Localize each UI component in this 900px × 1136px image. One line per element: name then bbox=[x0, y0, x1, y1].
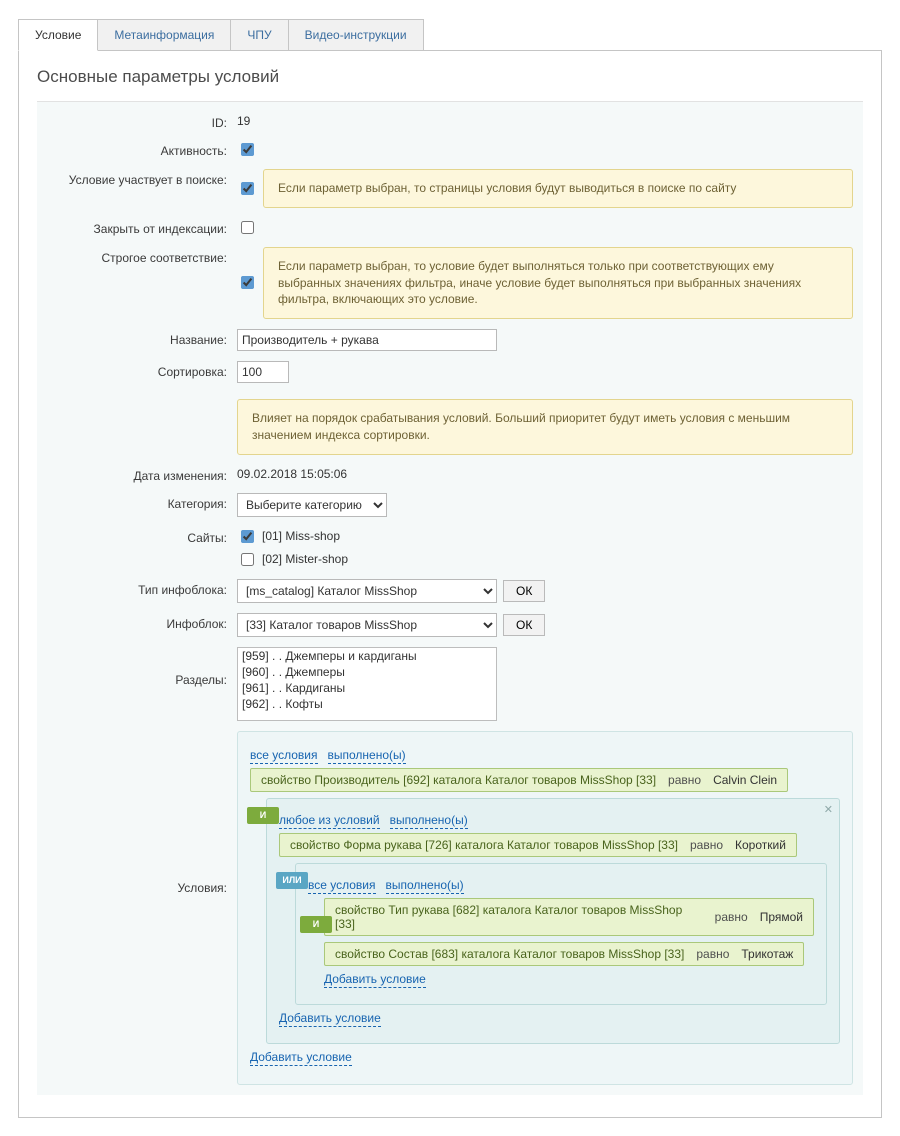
value-changed: 09.02.2018 15:05:06 bbox=[237, 465, 853, 483]
section-option[interactable]: [962] . . Кофты bbox=[238, 696, 496, 712]
add-condition-link[interactable]: Добавить условие bbox=[279, 1011, 381, 1027]
rule-op: равно bbox=[690, 838, 723, 852]
rule-op: равно bbox=[715, 910, 748, 924]
label-sites: Сайты: bbox=[47, 527, 227, 569]
tabs: Условие Метаинформация ЧПУ Видео-инструк… bbox=[18, 18, 882, 50]
label-sections: Разделы: bbox=[47, 647, 227, 721]
section-option[interactable]: [961] . . Кардиганы bbox=[238, 680, 496, 696]
rule-property: свойство Состав [683] каталога Каталог т… bbox=[335, 947, 684, 961]
select-ibtype[interactable]: [ms_catalog] Каталог MissShop bbox=[237, 579, 497, 603]
section-option[interactable]: [959] . . Джемперы и кардиганы bbox=[238, 648, 496, 664]
label-noindex: Закрыть от индексации: bbox=[47, 218, 227, 237]
group-tag-and: И bbox=[300, 916, 332, 933]
select-iblock[interactable]: [33] Каталог товаров MissShop bbox=[237, 613, 497, 637]
rule-value: Короткий bbox=[735, 838, 786, 852]
close-icon[interactable]: ✕ bbox=[824, 803, 833, 816]
cond-state-fulfilled[interactable]: выполнено(ы) bbox=[390, 813, 468, 829]
label-category: Категория: bbox=[47, 493, 227, 517]
label-sort: Сортировка: bbox=[47, 361, 227, 383]
select-sections[interactable]: [959] . . Джемперы и кардиганы [960] . .… bbox=[237, 647, 497, 721]
rule-2[interactable]: свойство Форма рукава [726] каталога Кат… bbox=[279, 833, 797, 857]
rule-value: Calvin Clein bbox=[713, 773, 777, 787]
cond-state-fulfilled[interactable]: выполнено(ы) bbox=[328, 748, 406, 764]
note-sort: Влияет на порядок срабатывания условий. … bbox=[237, 399, 853, 455]
add-condition-link[interactable]: Добавить условие bbox=[324, 972, 426, 988]
rule-property: свойство Тип рукава [682] каталога Катал… bbox=[335, 903, 703, 931]
checkbox-site-2[interactable] bbox=[241, 553, 254, 566]
site-2-label: [02] Mister-shop bbox=[262, 552, 348, 566]
ok-button-iblock[interactable]: ОК bbox=[503, 614, 545, 636]
rule-value: Трикотаж bbox=[741, 947, 793, 961]
tab-meta[interactable]: Метаинформация bbox=[97, 19, 231, 51]
label-active: Активность: bbox=[47, 140, 227, 159]
rule-property: свойство Производитель [692] каталога Ка… bbox=[261, 773, 656, 787]
label-strict: Строгое соответствие: bbox=[47, 247, 227, 319]
cond-group-or: ИЛИ все условия выполнено(ы) И свойство … bbox=[295, 863, 827, 1005]
rule-4[interactable]: свойство Состав [683] каталога Каталог т… bbox=[324, 942, 804, 966]
cond-mode-all[interactable]: все условия bbox=[250, 748, 318, 764]
group-tag-and: И bbox=[247, 807, 279, 824]
page-title: Основные параметры условий bbox=[37, 67, 863, 87]
checkbox-in-search[interactable] bbox=[241, 182, 254, 195]
label-ibtype: Тип инфоблока: bbox=[47, 579, 227, 603]
rule-1[interactable]: свойство Производитель [692] каталога Ка… bbox=[250, 768, 788, 792]
conditions-builder: все условия выполнено(ы) свойство Произв… bbox=[237, 731, 853, 1085]
checkbox-strict[interactable] bbox=[241, 276, 254, 289]
value-id: 19 bbox=[237, 112, 853, 130]
section-option[interactable]: [960] . . Джемперы bbox=[238, 664, 496, 680]
add-condition-link[interactable]: Добавить условие bbox=[250, 1050, 352, 1066]
note-search: Если параметр выбран, то страницы услови… bbox=[263, 169, 853, 208]
rule-op: равно bbox=[696, 947, 729, 961]
rule-value: Прямой bbox=[760, 910, 803, 924]
ok-button-ibtype[interactable]: ОК bbox=[503, 580, 545, 602]
cond-group-and: И ✕ любое из условий выполнено(ы) свойст… bbox=[266, 798, 840, 1044]
site-1-label: [01] Miss-shop bbox=[262, 529, 340, 543]
label-in-search: Условие участвует в поиске: bbox=[47, 169, 227, 208]
rule-property: свойство Форма рукава [726] каталога Кат… bbox=[290, 838, 678, 852]
form-grid: ID: 19 Активность: Условие участвует в п… bbox=[37, 101, 863, 1095]
label-conditions: Условия: bbox=[47, 731, 227, 1085]
note-strict: Если параметр выбран, то условие будет в… bbox=[263, 247, 853, 319]
cond-state-fulfilled[interactable]: выполнено(ы) bbox=[386, 878, 464, 894]
input-sort[interactable] bbox=[237, 361, 289, 383]
tab-sef[interactable]: ЧПУ bbox=[230, 19, 288, 51]
cond-group-and-inner: И свойство Тип рукава [682] каталога Кат… bbox=[324, 898, 814, 986]
select-category[interactable]: Выберите категорию bbox=[237, 493, 387, 517]
rule-op: равно bbox=[668, 773, 701, 787]
label-changed: Дата изменения: bbox=[47, 465, 227, 483]
group-tag-or: ИЛИ bbox=[276, 872, 308, 889]
label-iblock: Инфоблок: bbox=[47, 613, 227, 637]
label-name: Название: bbox=[47, 329, 227, 351]
cond-mode-all[interactable]: все условия bbox=[308, 878, 376, 894]
checkbox-active[interactable] bbox=[241, 143, 254, 156]
tab-condition[interactable]: Условие bbox=[18, 19, 98, 51]
checkbox-noindex[interactable] bbox=[241, 221, 254, 234]
tab-video[interactable]: Видео-инструкции bbox=[288, 19, 424, 51]
label-id: ID: bbox=[47, 112, 227, 130]
input-name[interactable] bbox=[237, 329, 497, 351]
main-panel: Основные параметры условий ID: 19 Активн… bbox=[18, 50, 882, 1118]
rule-3[interactable]: свойство Тип рукава [682] каталога Катал… bbox=[324, 898, 814, 936]
checkbox-site-1[interactable] bbox=[241, 530, 254, 543]
cond-mode-any[interactable]: любое из условий bbox=[279, 813, 380, 829]
